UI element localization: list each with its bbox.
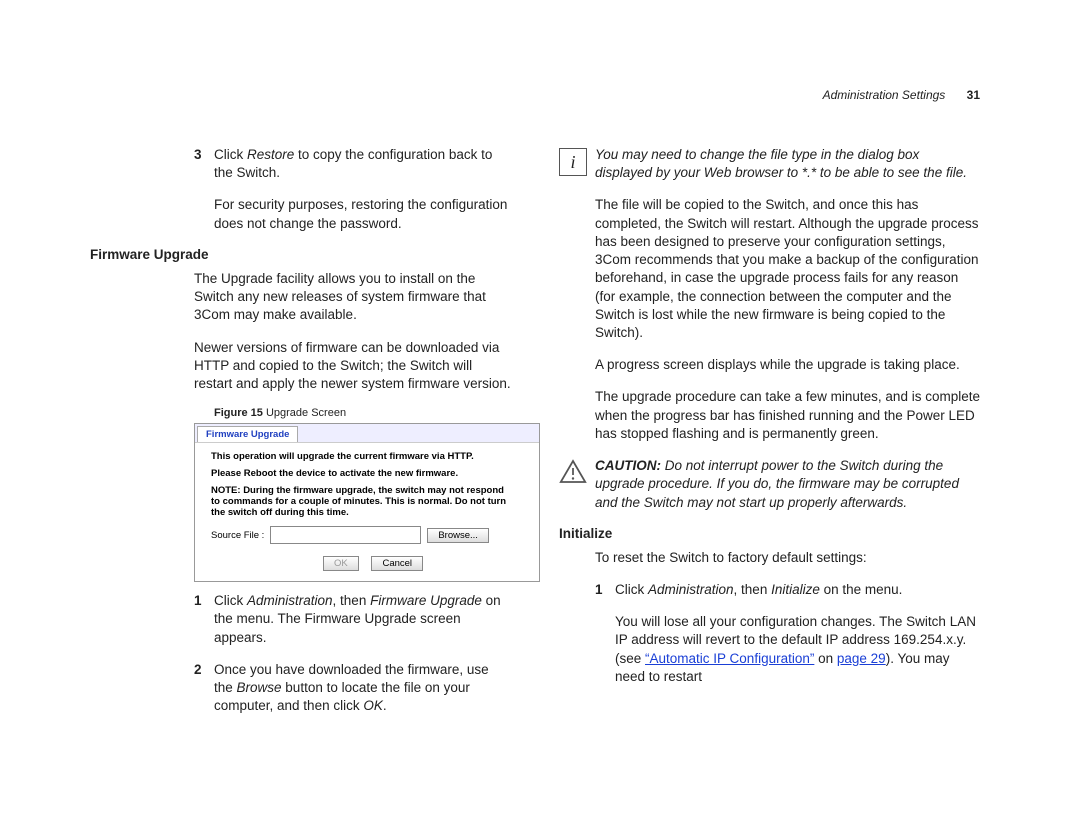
initialize-step-1: 1 Click Administration, then Initialize … <box>595 581 980 599</box>
figure-source-input[interactable] <box>270 526 421 544</box>
figure-15-caption: Figure 15 Upgrade Screen <box>214 407 511 419</box>
figure-cancel-button[interactable]: Cancel <box>371 556 423 571</box>
figure-ok-button[interactable]: OK <box>323 556 359 571</box>
figure-line-2: Please Reboot the device to activate the… <box>211 468 535 479</box>
figure-15-upgrade-screen: Firmware Upgrade This operation will upg… <box>194 423 540 582</box>
right-column: i You may need to change the file type i… <box>559 146 980 730</box>
firmware-paragraph-1: The Upgrade facility allows you to insta… <box>194 270 511 325</box>
initialize-heading: Initialize <box>559 526 980 541</box>
header-section: Administration Settings <box>823 88 946 102</box>
initialize-intro: To reset the Switch to factory default s… <box>595 549 980 567</box>
left-column: 3 Click Restore to copy the configuratio… <box>90 146 511 730</box>
info-icon: i <box>559 148 587 176</box>
firmware-step-1: 1 Click Administration, then Firmware Up… <box>194 592 511 647</box>
step-3-number: 3 <box>194 146 214 182</box>
file-type-note: You may need to change the file type in … <box>595 146 980 182</box>
figure-tab: Firmware Upgrade <box>197 426 298 442</box>
firmware-upgrade-heading: Firmware Upgrade <box>90 247 511 262</box>
caution-text: CAUTION: Do not interrupt power to the S… <box>595 457 980 512</box>
figure-line-1: This operation will upgrade the current … <box>211 451 535 462</box>
initialize-note: You will lose all your configuration cha… <box>595 613 980 686</box>
automatic-ip-link[interactable]: “Automatic IP Configuration” <box>645 651 814 666</box>
figure-source-label: Source File : <box>211 530 264 541</box>
running-header: Administration Settings 31 <box>823 88 980 102</box>
upgrade-duration-paragraph: The upgrade procedure can take a few min… <box>595 388 980 443</box>
firmware-step-2: 2 Once you have downloaded the firmware,… <box>194 661 511 716</box>
step-3-note: For security purposes, restoring the con… <box>194 196 511 232</box>
step-3: 3 Click Restore to copy the configuratio… <box>194 146 511 182</box>
progress-screen-paragraph: A progress screen displays while the upg… <box>595 356 980 374</box>
page-29-link[interactable]: page 29 <box>837 651 886 666</box>
firmware-paragraph-2: Newer versions of firmware can be downlo… <box>194 339 511 394</box>
copy-restart-paragraph: The file will be copied to the Switch, a… <box>595 196 980 342</box>
caution-icon <box>559 459 587 487</box>
figure-note: NOTE: During the firmware upgrade, the s… <box>211 485 511 518</box>
header-page-number: 31 <box>967 88 980 102</box>
figure-browse-button[interactable]: Browse... <box>427 528 489 543</box>
